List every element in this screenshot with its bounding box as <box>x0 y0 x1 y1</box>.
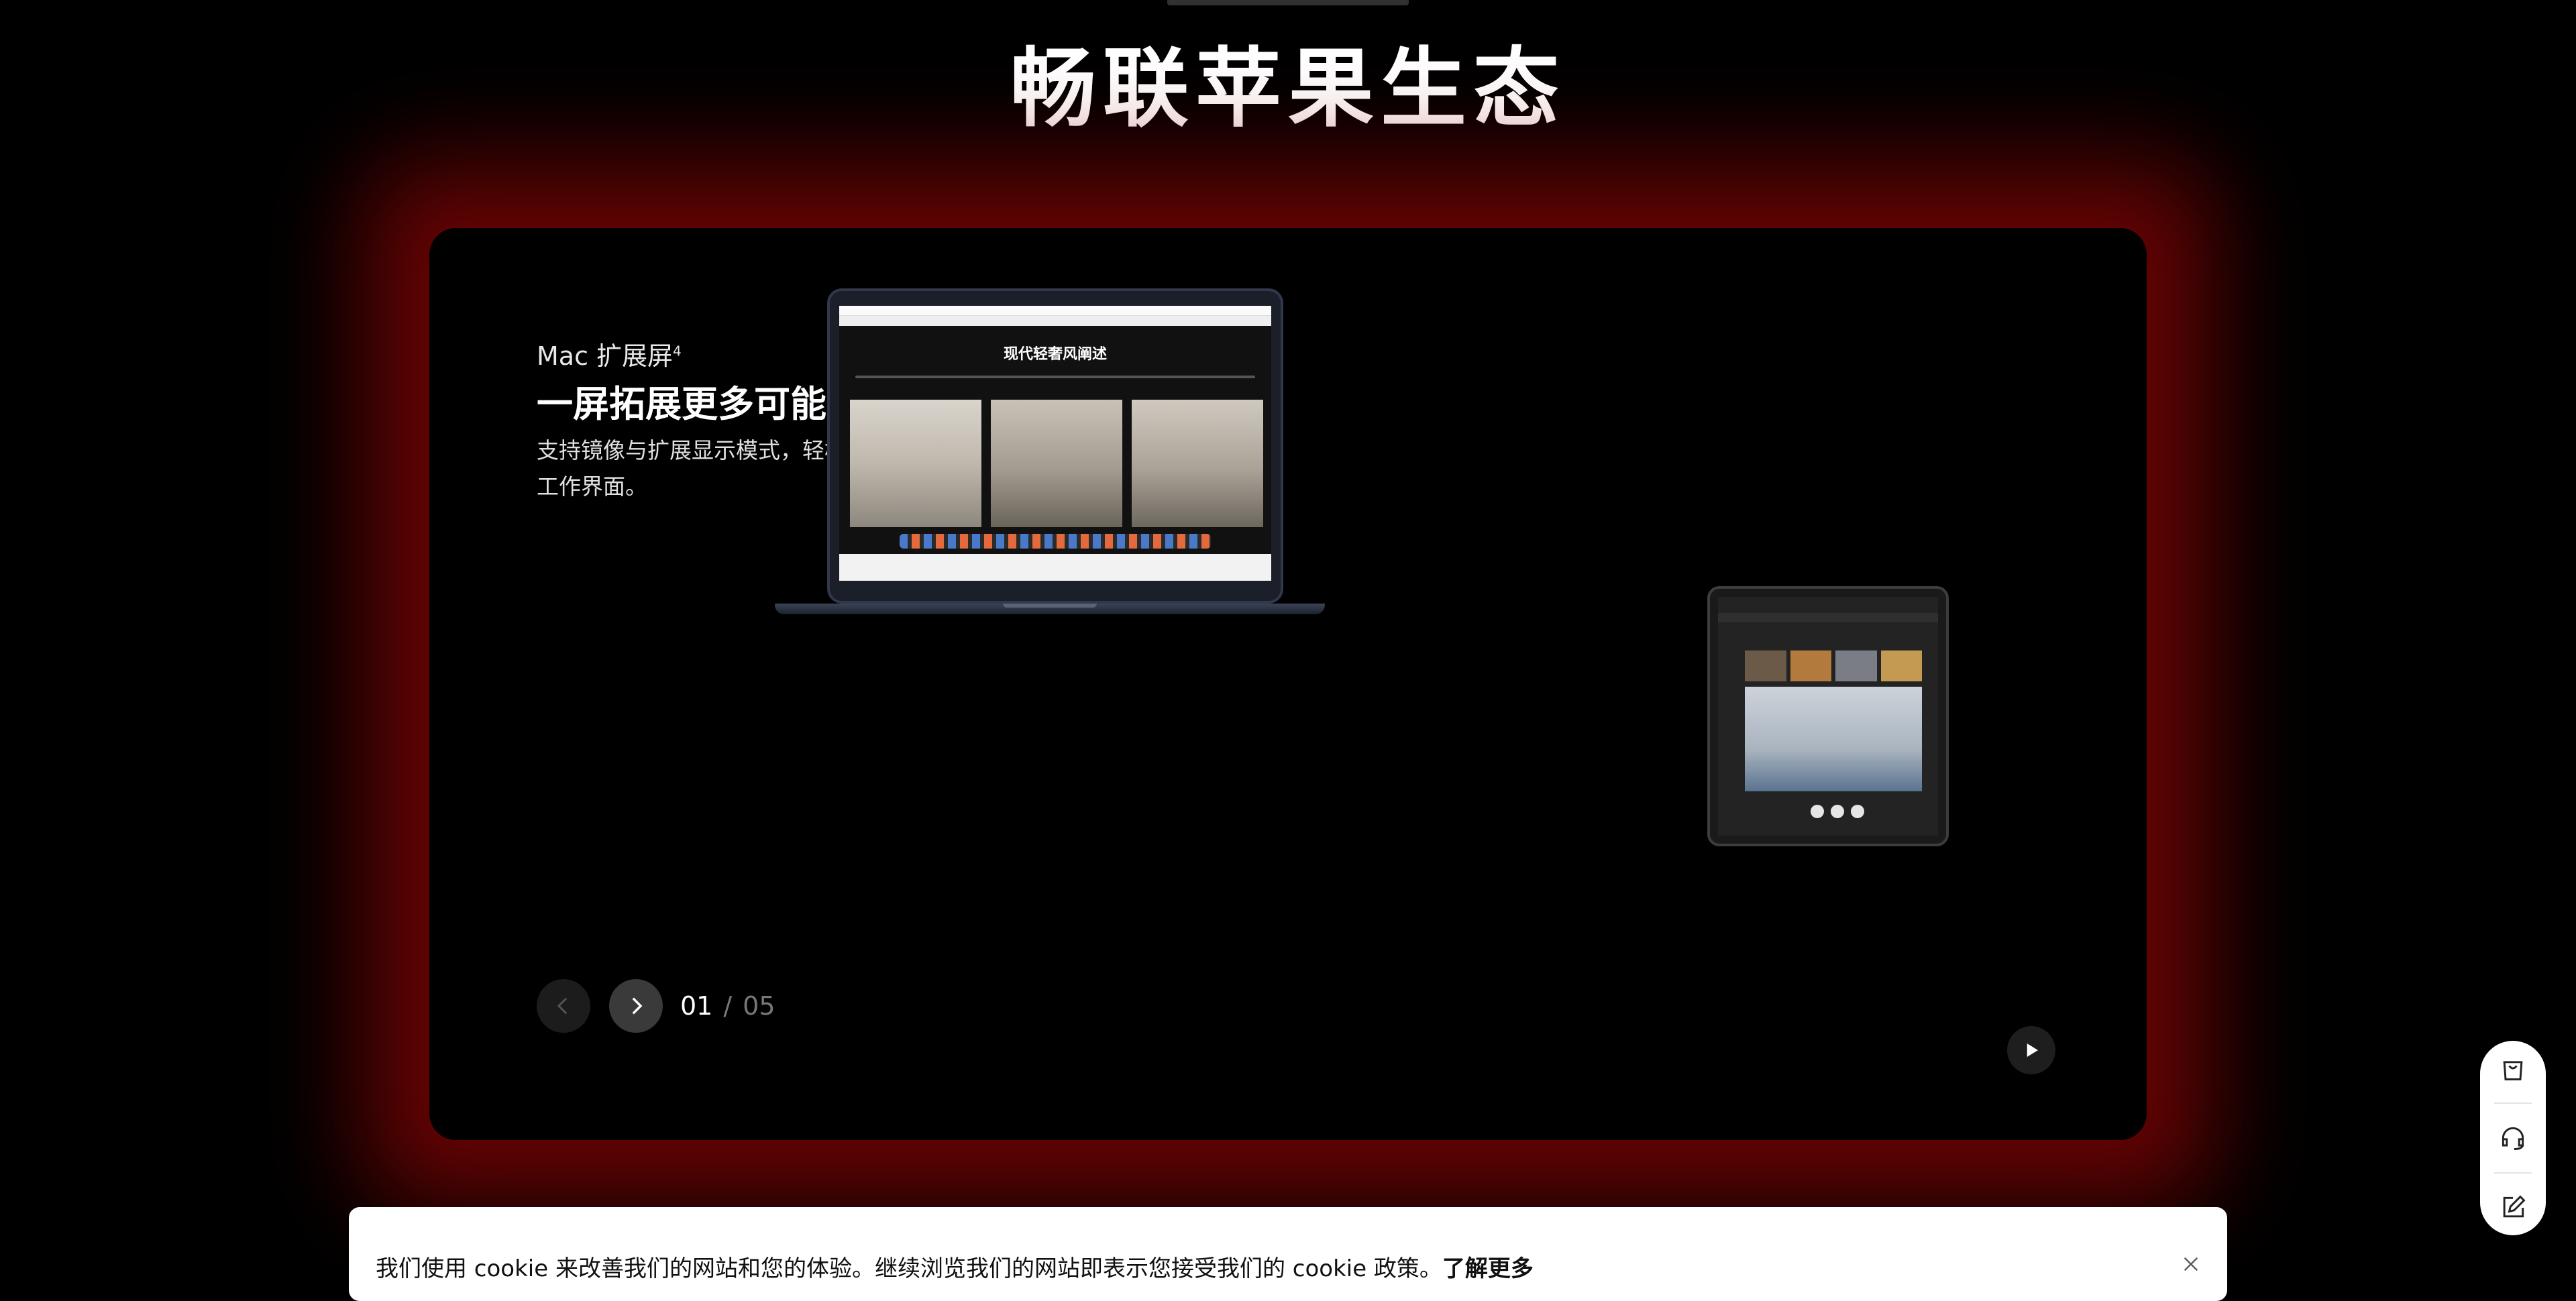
laptop-screen: 现代轻奢风阐述 <box>839 306 1271 581</box>
cart-button[interactable] <box>2493 1048 2533 1088</box>
shopping-bag-icon <box>2503 1060 2523 1080</box>
slide-eyebrow-text: Mac 扩展屏 <box>537 341 674 371</box>
support-button[interactable] <box>2493 1118 2533 1158</box>
laptop-menubar <box>839 306 1271 316</box>
laptop-slide-subtitle-line <box>855 376 1255 378</box>
top-heading-crop <box>1167 0 1409 5</box>
tablet-toolbar <box>1718 613 1938 622</box>
feedback-button[interactable] <box>2493 1188 2533 1228</box>
call-control-dot <box>1851 805 1864 818</box>
slide-eyebrow: Mac 扩展屏4 <box>537 335 682 372</box>
slide-total: 05 <box>743 991 775 1021</box>
room-photo-2 <box>991 400 1122 527</box>
participant-tile <box>1880 650 1922 681</box>
laptop-slide: 现代轻奢风阐述 <box>839 326 1271 554</box>
tablet-screen <box>1718 597 1938 836</box>
laptop-notch <box>1003 604 1097 608</box>
play-icon <box>2027 1043 2038 1057</box>
cookie-text: 我们使用 cookie 来改善我们的网站和您的体验。继续浏览我们的网站即表示您接… <box>376 1250 1534 1283</box>
room-photo-1 <box>850 400 981 527</box>
play-button[interactable] <box>2007 1026 2055 1074</box>
prev-slide-button[interactable] <box>537 979 590 1033</box>
headset-icon <box>2502 1127 2524 1150</box>
toolbar-divider <box>2494 1172 2532 1174</box>
call-control-dot <box>1831 805 1844 818</box>
edit-icon <box>2503 1195 2526 1218</box>
tablet-image <box>1707 586 1949 846</box>
main-video <box>1745 687 1922 791</box>
footnote-marker[interactable]: 4 <box>673 343 682 359</box>
call-control-dot <box>1811 805 1824 818</box>
participant-tile <box>1790 650 1831 681</box>
participant-tile <box>1745 650 1786 681</box>
chevron-right-icon <box>632 997 643 1015</box>
next-slide-button[interactable] <box>609 979 663 1033</box>
slide-separator: / <box>723 991 733 1021</box>
laptop-slide-title: 现代轻奢风阐述 <box>1003 346 1107 363</box>
call-controls <box>1811 805 1864 818</box>
close-icon <box>2184 1257 2198 1271</box>
toolbar-divider <box>2494 1102 2532 1104</box>
participant-tile <box>1835 650 1877 681</box>
section-heading: 畅联苹果生态 <box>1010 39 1566 139</box>
laptop-dock <box>900 534 1211 549</box>
cookie-learn-more-link[interactable]: 了解更多 <box>1442 1255 1534 1282</box>
cookie-close-button[interactable] <box>2182 1251 2200 1280</box>
laptop-lid: 现代轻奢风阐述 <box>827 288 1283 604</box>
slide-counter: 01 / 05 <box>680 991 775 1021</box>
laptop-image: 现代轻奢风阐述 <box>775 288 1325 617</box>
video-call-tiles <box>1745 650 1922 681</box>
room-photo-3 <box>1132 400 1263 527</box>
cookie-banner: 我们使用 cookie 来改善我们的网站和您的体验。继续浏览我们的网站即表示您接… <box>349 1207 2227 1301</box>
floating-toolbar <box>2480 1041 2546 1235</box>
cookie-message: 我们使用 cookie 来改善我们的网站和您的体验。继续浏览我们的网站即表示您接… <box>376 1255 1442 1282</box>
slide-current: 01 <box>680 991 713 1021</box>
chevron-left-icon <box>557 997 568 1015</box>
